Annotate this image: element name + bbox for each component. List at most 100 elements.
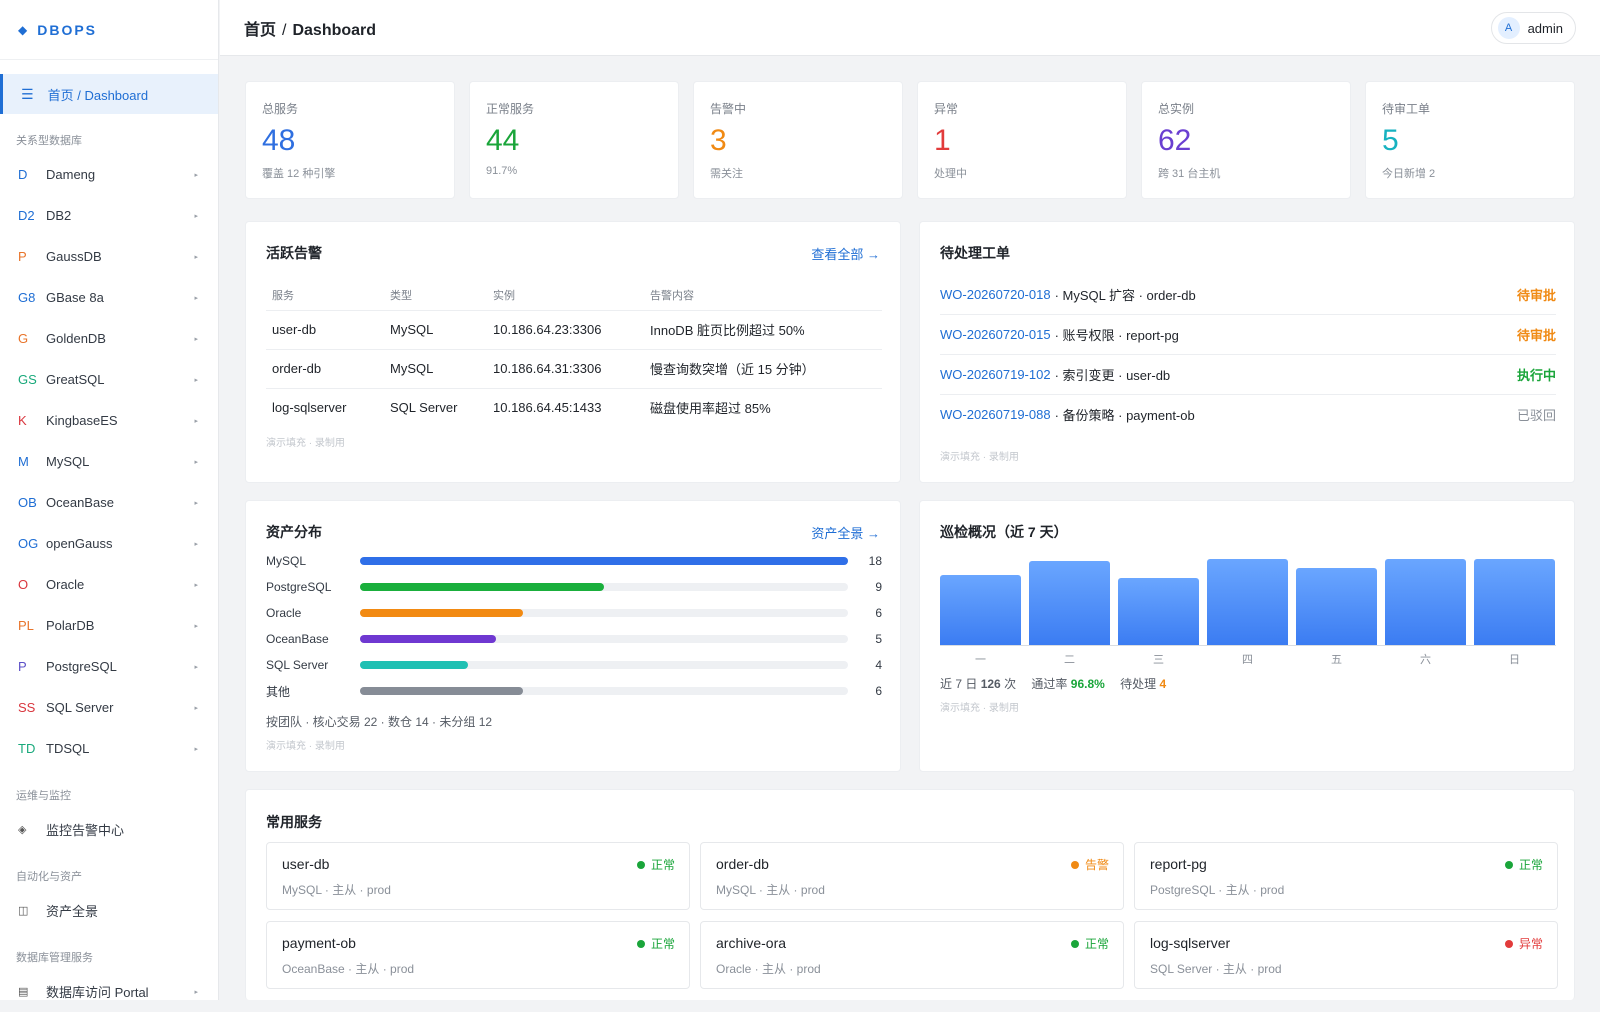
sidebar-item-label: PolarDB: [46, 618, 95, 633]
chevron-right-icon: ▸: [194, 376, 198, 384]
inspection-bar: [940, 574, 1021, 645]
sidebar-item-goldendb[interactable]: G GoldenDB ▸: [0, 318, 218, 359]
sidebar-item-polardb[interactable]: PL PolarDB ▸: [0, 605, 218, 646]
brand[interactable]: ◆ DBOPS: [0, 0, 218, 60]
asset-overview-link[interactable]: 资产全景 →: [811, 523, 880, 542]
stat-subtext: 处理中: [934, 168, 967, 180]
breadcrumb-home[interactable]: 首页: [244, 22, 276, 39]
sidebar-item-label: Oracle: [46, 577, 85, 592]
asset-bar-track: [360, 557, 848, 565]
sidebar-item-kingbasees[interactable]: K KingbaseES ▸: [0, 400, 218, 441]
sidebar-item-portal[interactable]: ▤ 数据库访问 Portal ▸: [0, 971, 218, 1012]
table-row[interactable]: user-db MySQL 10.186.64.23:3306 InnoDB 脏页比例…: [266, 310, 882, 350]
db-abbr-icon: D: [18, 167, 28, 182]
asset-bar-fill: [360, 583, 604, 591]
day-label: 五: [1331, 654, 1342, 666]
service-card[interactable]: log-sqlserver SQL Server · 主从 · prod 异常: [1134, 921, 1558, 989]
sidebar-item-label: SQL Server: [46, 700, 114, 715]
status-text: 异常: [1518, 937, 1543, 951]
service-meta: OceanBase · 主从 · prod: [282, 962, 415, 976]
asset-name: 其他: [266, 684, 291, 699]
nav-group-ops: 运维与监控: [16, 790, 71, 802]
status-dot-icon: [1070, 861, 1079, 869]
table-cell: 10.186.64.23:3306: [487, 310, 644, 350]
common-services-card: 常用服务 user-db MySQL · 主从 · prod 正常 order-db M…: [245, 789, 1575, 1000]
day-label: 三: [1153, 654, 1164, 666]
stat-value: 5: [1382, 124, 1399, 157]
asset-bar-track: [360, 583, 848, 591]
status-badge: 待审批: [1516, 327, 1556, 343]
db-abbr-icon: K: [18, 413, 27, 428]
inspection-bar: [1474, 558, 1555, 645]
order-id-link[interactable]: WO-20260719-088: [940, 407, 1051, 422]
inspection-bar: [1385, 558, 1466, 645]
sidebar-item-oceanbase[interactable]: OB OceanBase ▸: [0, 482, 218, 523]
asset-bar-fill: [360, 557, 848, 565]
service-card[interactable]: archive-ora Oracle · 主从 · prod 正常: [700, 921, 1124, 989]
service-card[interactable]: report-pg PostgreSQL · 主从 · prod 正常: [1134, 842, 1558, 910]
active-alerts-card: 活跃告警 查看全部 → 服务 类型 实例 告警内容 user-db MySQL 10.18…: [245, 221, 901, 483]
chevron-right-icon: ▸: [194, 294, 198, 302]
service-meta: MySQL · 主从 · prod: [716, 883, 825, 897]
sidebar-item-tdsql[interactable]: TD TDSQL ▸: [0, 728, 218, 769]
table-cell: MySQL: [384, 349, 487, 389]
view-all-link[interactable]: 查看全部 →: [811, 244, 880, 263]
stat-label: 异常: [934, 102, 959, 116]
status-text: 正常: [650, 937, 675, 951]
chevron-right-icon: ▸: [194, 581, 198, 589]
stat-value: 48: [262, 124, 296, 157]
table-cell: order-db: [266, 349, 384, 389]
sidebar-item-label: KingbaseES: [46, 413, 118, 428]
service-meta: PostgreSQL · 主从 · prod: [1150, 883, 1285, 897]
sidebar-item-sql-server[interactable]: SS SQL Server ▸: [0, 687, 218, 728]
sidebar-item-assets[interactable]: ◫ 资产全景: [0, 890, 218, 931]
status-badge: 正常: [1504, 856, 1543, 873]
service-card[interactable]: payment-ob OceanBase · 主从 · prod 正常: [266, 921, 690, 989]
day-label: 六: [1420, 654, 1431, 666]
status-badge: 正常: [1070, 935, 1109, 952]
sidebar-item-gaussdb[interactable]: P GaussDB ▸: [0, 236, 218, 277]
service-card[interactable]: order-db MySQL · 主从 · prod 告警: [700, 842, 1124, 910]
sidebar-item-opengauss[interactable]: OG openGauss ▸: [0, 523, 218, 564]
db-abbr-icon: G: [18, 331, 29, 346]
table-row[interactable]: order-db MySQL 10.186.64.31:3306 慢查询数突增（近 1…: [266, 349, 882, 389]
list-item[interactable]: WO-20260720-018 · MySQL 扩容 · order-db 待审批: [940, 274, 1556, 315]
inspection-bar: [1118, 578, 1199, 645]
user-menu[interactable]: A admin: [1490, 12, 1576, 44]
column-header: 服务: [266, 280, 384, 311]
sidebar-item-dameng[interactable]: D Dameng ▸: [0, 154, 218, 195]
chevron-right-icon: ▸: [194, 499, 198, 507]
sidebar-item-db2[interactable]: D2 DB2 ▸: [0, 195, 218, 236]
sidebar-item-postgresql[interactable]: P PostgreSQL ▸: [0, 646, 218, 687]
sidebar-item-label: openGauss: [46, 536, 113, 551]
sidebar-item-mysql[interactable]: M MySQL ▸: [0, 441, 218, 482]
order-id-link[interactable]: WO-20260720-018: [940, 287, 1051, 302]
table-row[interactable]: log-sqlserver SQL Server 10.186.64.45:1433…: [266, 388, 882, 427]
list-item[interactable]: WO-20260719-088 · 备份策略 · payment-ob 已驳回: [940, 394, 1556, 435]
day-label: 一: [975, 654, 986, 666]
db-abbr-icon: O: [18, 577, 29, 592]
status-badge: 告警: [1070, 856, 1109, 873]
demo-note: 演示填充 · 录制用: [266, 438, 345, 449]
list-item[interactable]: WO-20260719-102 · 索引变更 · user-db 执行中: [940, 354, 1556, 395]
column-header: 实例: [487, 280, 644, 311]
asset-bar-track: [360, 661, 848, 669]
chevron-right-icon: ▸: [194, 171, 198, 179]
status-text: 正常: [1518, 858, 1543, 872]
order-id-link[interactable]: WO-20260719-102: [940, 367, 1051, 382]
status-badge: 已驳回: [1516, 408, 1556, 423]
service-card[interactable]: user-db MySQL · 主从 · prod 正常: [266, 842, 690, 910]
sidebar-item-oracle[interactable]: O Oracle ▸: [0, 564, 218, 605]
stat-card: 异常 1 处理中: [917, 81, 1127, 199]
sidebar-item-gbase-8a[interactable]: G8 GBase 8a ▸: [0, 277, 218, 318]
sidebar-item-dashboard[interactable]: ☰ 首页 / Dashboard: [0, 74, 218, 114]
order-id-link[interactable]: WO-20260720-015: [940, 327, 1051, 342]
breadcrumb-current: Dashboard: [292, 21, 377, 39]
list-item[interactable]: WO-20260720-015 · 账号权限 · report-pg 待审批: [940, 314, 1556, 355]
asset-value: 5: [875, 632, 882, 646]
grid-icon: ◫: [18, 905, 29, 917]
service-name: log-sqlserver: [1150, 935, 1231, 951]
asset-name: PostgreSQL: [266, 580, 332, 594]
sidebar-item-monitor[interactable]: ◈ 监控告警中心: [0, 809, 218, 850]
sidebar-item-greatsql[interactable]: GS GreatSQL ▸: [0, 359, 218, 400]
